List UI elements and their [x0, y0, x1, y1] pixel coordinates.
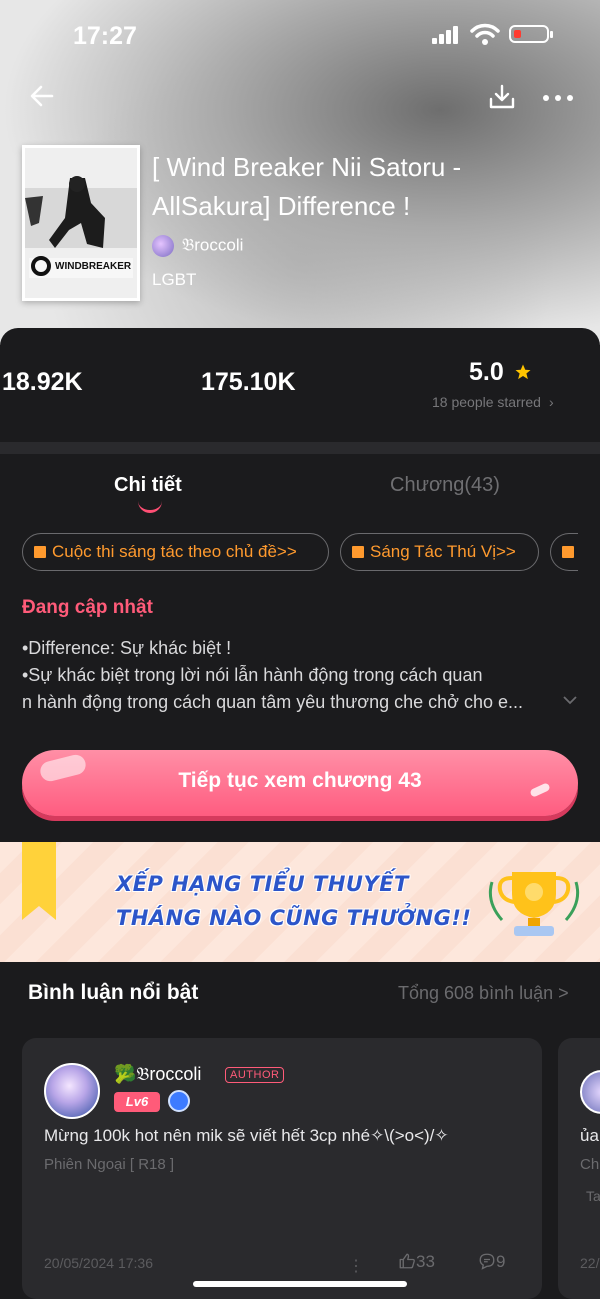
comment-date: 22/: [580, 1255, 600, 1271]
flag-icon: [34, 546, 46, 558]
section-divider: [0, 442, 600, 454]
update-status: Đang cập nhật: [22, 597, 153, 618]
description-line: •Sự khác biệt trong lời nói lẫn hành độn…: [22, 665, 483, 685]
reply-count: 9: [496, 1252, 506, 1271]
comment-chapter[interactable]: Phiên Ngoại [ R18 ]: [44, 1156, 174, 1173]
continue-reading-button[interactable]: Tiếp tục xem chương 43: [22, 750, 578, 816]
comment-card[interactable]: 🥦𝔅roccoli AUTHOR Lv6 Mừng 100k hot nên m…: [22, 1038, 542, 1299]
button-shine: [529, 782, 551, 798]
battery-icon: [509, 25, 553, 43]
stat-reads: 18.92K: [2, 368, 83, 396]
tag-chip-creative[interactable]: Sáng Tác Thú Vị>>: [340, 533, 539, 571]
stat-rating: 5.0: [469, 358, 504, 386]
back-arrow-icon[interactable]: [28, 82, 56, 110]
featured-comments-title: Bình luận nổi bật: [28, 981, 199, 1004]
tag-label: Cuộc thi sáng tác theo chủ đề>>: [52, 542, 297, 561]
tab-details[interactable]: Chi tiết: [114, 474, 182, 497]
description-line: n hành động trong cách quan tâm yêu thươ…: [22, 692, 523, 712]
chevron-right-icon: ›: [548, 394, 554, 410]
like-button[interactable]: 33: [398, 1252, 435, 1272]
tag-label: Sáng Tác Thú Vị>>: [370, 542, 516, 561]
vip-badge-icon: [168, 1090, 190, 1112]
author-badge: AUTHOR: [225, 1067, 285, 1083]
status-bar: 17:27: [0, 0, 600, 70]
thumbs-up-icon: [399, 1253, 415, 1269]
button-shine: [38, 752, 88, 784]
comment-bubble-icon: [479, 1253, 495, 1270]
rating-note-text: 18 people starred: [432, 394, 541, 410]
like-count: 33: [416, 1252, 435, 1271]
author-avatar[interactable]: [152, 235, 174, 257]
author-name[interactable]: 𝔅roccoli: [182, 235, 243, 254]
level-badge: Lv6: [114, 1092, 160, 1112]
tag-chip-contest[interactable]: Cuộc thi sáng tác theo chủ đề>>: [22, 533, 329, 571]
more-options-icon[interactable]: [542, 94, 574, 102]
wifi-icon: [470, 23, 500, 45]
all-comments-link[interactable]: Tổng 608 bình luận >: [398, 983, 569, 1004]
commenter-name[interactable]: 🥦𝔅roccoli: [114, 1064, 201, 1085]
trophy-icon: [488, 872, 580, 936]
rating-note[interactable]: 18 people starred ›: [432, 394, 554, 410]
ribbon-decoration: [22, 842, 56, 920]
book-cover[interactable]: WINDBREAKER: [22, 145, 140, 301]
expand-chevron-icon[interactable]: [562, 694, 578, 706]
home-indicator[interactable]: [193, 1281, 407, 1287]
reply-button[interactable]: 9: [478, 1252, 505, 1272]
comment-sub: Ta: [586, 1188, 600, 1204]
star-icon: [515, 364, 531, 380]
comment-chapter: Ch: [580, 1156, 600, 1173]
author-row[interactable]: 𝔅roccoli: [152, 235, 243, 257]
banner-line-2: THÁNG NÀO CŨNG THƯỞNG!!: [116, 906, 472, 930]
download-icon[interactable]: [488, 84, 516, 110]
signal-icon: [432, 26, 460, 44]
continue-reading-label: Tiếp tục xem chương 43: [178, 769, 422, 792]
flag-icon: [562, 546, 574, 558]
comment-more-icon[interactable]: ⋮: [348, 1256, 364, 1276]
banner-line-1: XẾP HẠNG TIỂU THUYẾT: [116, 872, 409, 896]
comment-text: Mừng 100k hot nên mik sẽ viết hết 3cp nh…: [44, 1126, 449, 1145]
flag-icon: [352, 546, 364, 558]
book-title: [ Wind Breaker Nii Satoru - AllSakura] D…: [152, 152, 462, 221]
comment-card-peek[interactable]: ủa Ch Ta 22/: [558, 1038, 600, 1299]
genre-label[interactable]: LGBT: [152, 270, 196, 290]
cover-art: [25, 148, 137, 298]
description-line: •Difference: Sự khác biệt !: [22, 638, 232, 658]
status-time: 17:27: [73, 22, 137, 50]
commenter-avatar: [580, 1070, 600, 1114]
stat-votes: 175.10K: [201, 368, 296, 396]
tab-chapters[interactable]: Chương(43): [390, 474, 500, 497]
comment-date: 20/05/2024 17:36: [44, 1255, 153, 1271]
cover-text: WINDBREAKER: [55, 261, 132, 272]
comment-text: ủa: [580, 1126, 599, 1145]
commenter-avatar[interactable]: [44, 1063, 100, 1119]
